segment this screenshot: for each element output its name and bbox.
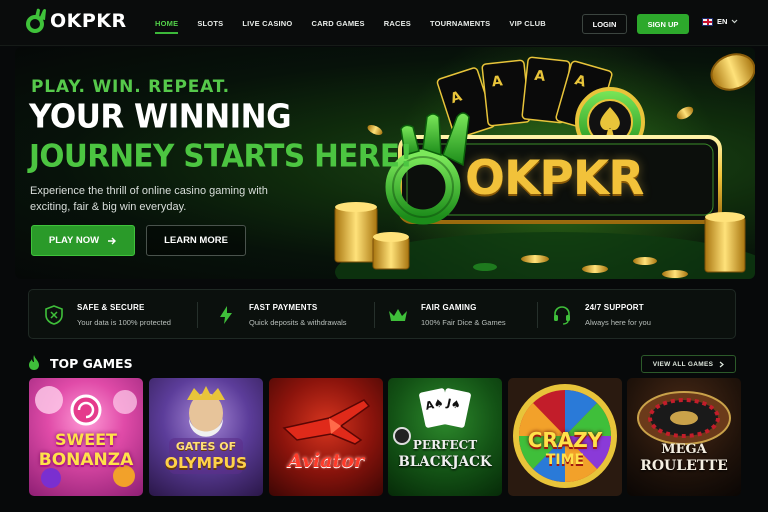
hero-headline-line2: JOURNEY STARTS HERE! — [29, 138, 413, 174]
play-now-button[interactable]: PLAY NOW — [31, 225, 135, 256]
play-now-label: PLAY NOW — [48, 235, 100, 246]
feature-safe-secure: SAFE & SECURE Your data is 100% protecte… — [43, 290, 171, 340]
hero-description: Experience the thrill of online casino g… — [30, 185, 268, 213]
shield-check-icon — [45, 305, 63, 325]
flame-icon — [29, 355, 39, 370]
game-title-line2: TIME — [545, 452, 585, 468]
game-title-line1: PERFECT — [412, 438, 478, 452]
game-title-line1: SWEET — [55, 430, 117, 449]
hero-banner: A A A A OKPKR PLAY. WIN. REPEAT. YOUR WI… — [15, 47, 755, 279]
hero-logo-text: OKPKR — [465, 151, 644, 206]
feature-fair-gaming: FAIR GAMING 100% Fair Dice & Games — [387, 290, 506, 340]
divider — [374, 302, 375, 328]
lightning-icon — [220, 306, 232, 324]
features-strip: SAFE & SECURE Your data is 100% protecte… — [28, 289, 736, 339]
game-title-line2: OLYMPUS — [164, 454, 248, 472]
language-code: EN — [717, 17, 728, 26]
feature-title: SAFE & SECURE — [77, 303, 145, 312]
plane-artwork — [282, 399, 371, 445]
game-card-gates-of-olympus[interactable]: GATES OF OLYMPUS — [149, 378, 263, 496]
hero-eyebrow: PLAY. WIN. REPEAT. — [31, 77, 230, 97]
feature-title: 24/7 SUPPORT — [585, 303, 644, 312]
learn-more-button[interactable]: LEARN MORE — [146, 225, 246, 256]
view-all-label: VIEW ALL GAMES — [652, 360, 714, 368]
game-card-mega-roulette[interactable]: MEGA ROULETTE — [627, 378, 741, 496]
feature-subtitle: Quick deposits & withdrawals — [249, 318, 347, 327]
nav-home[interactable]: HOME — [155, 0, 179, 46]
feature-subtitle: Your data is 100% protected — [77, 318, 171, 327]
view-all-games-button[interactable]: VIEW ALL GAMES — [641, 355, 736, 373]
top-games-heading: TOP GAMES — [50, 356, 133, 371]
ok-hand-logo-icon — [26, 8, 46, 33]
signup-button[interactable]: SIGN UP — [637, 14, 689, 34]
login-button[interactable]: LOGIN — [582, 14, 627, 34]
game-title-line1: CRAZY — [527, 428, 603, 452]
svg-text:A: A — [491, 73, 504, 90]
game-title-line2: BLACKJACK — [398, 454, 492, 470]
game-card-perfect-blackjack[interactable]: A♠ J♠ PERFECT BLACKJACK — [388, 378, 502, 496]
game-title-line2: BONANZA — [38, 450, 134, 470]
svg-text:A: A — [534, 68, 547, 85]
feature-title: FAST PAYMENTS — [249, 303, 318, 312]
arrow-right-icon — [108, 237, 117, 244]
brand-name: OKPKR — [50, 10, 127, 32]
feature-fast-payments: FAST PAYMENTS Quick deposits & withdrawa… — [215, 290, 347, 340]
feature-support: 24/7 SUPPORT Always here for you — [551, 290, 651, 340]
game-title-line1: GATES OF — [175, 440, 237, 453]
nav-live-casino[interactable]: LIVE CASINO — [242, 0, 292, 46]
divider — [197, 302, 198, 328]
roulette-artwork — [637, 391, 731, 445]
game-card-crazy-time[interactable]: CRAZY TIME — [508, 378, 622, 496]
chevron-right-icon — [719, 361, 725, 367]
zeus-artwork — [169, 386, 243, 474]
game-title-line1: Aviator — [288, 450, 364, 472]
nav-card-games[interactable]: CARD GAMES — [311, 0, 364, 46]
divider — [537, 302, 538, 328]
game-title-line1: MEGA — [661, 442, 707, 457]
hero-headline-line1: YOUR WINNING — [29, 98, 292, 136]
language-selector[interactable]: EN — [702, 17, 738, 26]
game-card-sweet-bonanza[interactable]: SWEET BONANZA — [29, 378, 143, 496]
feature-subtitle: Always here for you — [585, 318, 651, 327]
feature-subtitle: 100% Fair Dice & Games — [421, 318, 506, 327]
game-card-aviator[interactable]: Aviator — [269, 378, 383, 496]
chevron-down-icon — [731, 19, 738, 24]
top-navbar: OKPKR HOME SLOTS LIVE CASINO CARD GAMES … — [0, 0, 768, 46]
nav-vip-club[interactable]: VIP CLUB — [509, 0, 545, 46]
feature-title: FAIR GAMING — [421, 303, 477, 312]
main-menu: HOME SLOTS LIVE CASINO CARD GAMES RACES … — [155, 0, 565, 46]
uk-flag-icon — [702, 17, 713, 26]
crown-icon — [389, 309, 407, 321]
nav-races[interactable]: RACES — [384, 0, 411, 46]
nav-slots[interactable]: SLOTS — [197, 0, 223, 46]
game-title-line2: ROULETTE — [640, 458, 728, 474]
nav-tournaments[interactable]: TOURNAMENTS — [430, 0, 490, 46]
headset-icon — [554, 306, 570, 325]
brand-logo[interactable]: OKPKR — [26, 8, 127, 34]
cards-chips-artwork: A♠ J♠ — [393, 388, 471, 445]
